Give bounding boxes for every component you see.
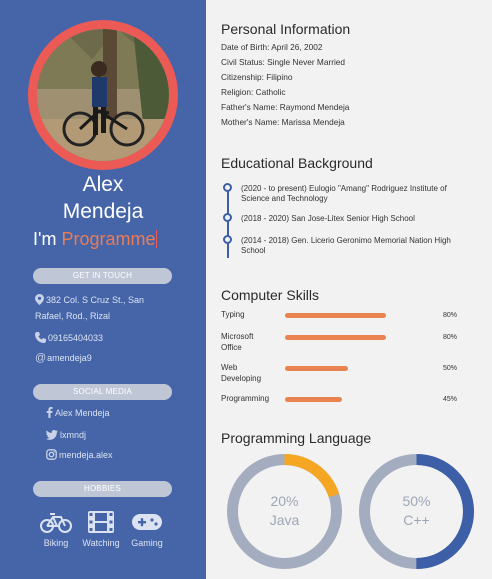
donut-percent: 50%: [402, 493, 431, 509]
typing-cursor: [156, 230, 158, 248]
info-civil-status: Civil Status: Single Never Married: [221, 57, 346, 67]
bicycle-icon: [40, 513, 72, 533]
instagram-handle: mendeja.alex: [59, 450, 113, 460]
skill-label-typing: Typing: [221, 310, 245, 319]
facebook-link[interactable]: Alex Mendeja: [46, 406, 110, 420]
address: 382 Col. S Cruz St., San Rafael, Rod., R…: [35, 293, 195, 323]
hobby-biking: Biking: [36, 511, 76, 548]
personal-info-title: Personal Information: [221, 21, 351, 37]
skill-bar-office: [285, 335, 411, 340]
skill-percent: 45%: [443, 396, 458, 403]
email-handle: amendeja9: [47, 353, 92, 363]
hobby-gaming: Gaming: [127, 511, 167, 548]
info-father: Father's Name: Raymond Mendeja: [221, 102, 350, 112]
education-item: (2014 - 2018) Gen. Licerio Geronimo Memo…: [241, 236, 451, 255]
timeline-dot: [223, 213, 232, 222]
skill-label-web: Web Developing: [221, 363, 262, 383]
skill-bar-fill: [285, 335, 386, 340]
social-media-header: SOCIAL MEDIA: [33, 384, 172, 400]
donut-percent: 20%: [270, 493, 299, 509]
gamepad-icon: [132, 514, 162, 530]
first-name: Alex: [82, 173, 124, 196]
skill-bar-fill: [285, 366, 348, 371]
twitter-icon: [46, 430, 58, 440]
timeline-dot: [223, 183, 232, 192]
main-panel: Personal Information Date of Birth: Apri…: [206, 0, 492, 579]
skill-bar-web: [285, 366, 411, 371]
education-title: Educational Background: [221, 155, 373, 171]
phone[interactable]: 09165404033: [35, 331, 103, 345]
timeline-dot: [223, 235, 232, 244]
skill-percent: 80%: [443, 312, 458, 319]
skills-title: Computer Skills: [221, 287, 320, 303]
profile-photo-frame: [28, 20, 178, 170]
info-citizenship: Citizenship: Filipino: [221, 72, 293, 82]
at-icon: @: [35, 352, 47, 364]
role-typed: Programme: [61, 229, 156, 249]
facebook-name: Alex Mendeja: [55, 408, 110, 418]
phone-icon: [35, 332, 46, 343]
hobby-watching: Watching: [81, 511, 121, 548]
address-line2: Rafael, Rod., Rizal: [35, 311, 111, 321]
hobby-label: Biking: [43, 538, 69, 548]
skill-percent: 80%: [443, 334, 458, 341]
phone-number: 09165404033: [48, 333, 104, 343]
info-dob: Date of Birth: April 26, 2002: [221, 42, 323, 52]
skill-bar-fill: [285, 313, 386, 318]
get-in-touch-header: GET IN TOUCH: [33, 268, 172, 284]
last-name: Mendeja: [62, 200, 144, 223]
donut-java: 20% Java: [226, 453, 343, 570]
facebook-icon: [46, 407, 53, 418]
skill-label-programming: Programming: [221, 394, 270, 403]
twitter-link[interactable]: lxmndj: [46, 428, 86, 442]
twitter-handle: lxmndj: [60, 430, 87, 440]
info-mother: Mother's Name: Marissa Mendeja: [221, 117, 345, 127]
donut-language: C++: [403, 512, 430, 528]
skill-bar-programming: [285, 397, 411, 402]
education-item: (2018 - 2020) San Jose-Litex Senior High…: [241, 214, 415, 223]
address-line1: 382 Col. S Cruz St., San: [46, 295, 145, 305]
sidebar: Alex Mendeja I'm Programme GET IN TOUCH …: [0, 0, 206, 579]
instagram-link[interactable]: mendeja.alex: [46, 448, 113, 462]
donut-language: Java: [269, 512, 300, 528]
hobby-label: Watching: [82, 538, 120, 548]
email[interactable]: @amendeja9: [35, 351, 92, 365]
education-item: (2020 - to present) Eulogio "Amang" Rodr…: [241, 184, 447, 203]
skill-bar-fill: [285, 397, 342, 402]
programming-title: Programming Language: [221, 430, 372, 446]
hobby-label: Gaming: [131, 538, 163, 548]
avatar: [37, 29, 169, 161]
skill-label-office: Microsoft Office: [221, 332, 254, 352]
info-religion: Religion: Catholic: [221, 87, 286, 97]
hobbies-header: HOBBIES: [33, 481, 172, 497]
role-typing-text: I'm Programme: [33, 228, 158, 250]
role-prefix: I'm: [33, 229, 57, 249]
skill-bar-typing: [285, 313, 411, 318]
timeline-line: [227, 186, 229, 258]
skill-percent: 50%: [443, 365, 458, 372]
map-pin-icon: [35, 294, 44, 305]
film-icon: [88, 511, 114, 533]
instagram-icon: [46, 449, 57, 460]
donut-cpp: 50% C++: [358, 453, 475, 570]
